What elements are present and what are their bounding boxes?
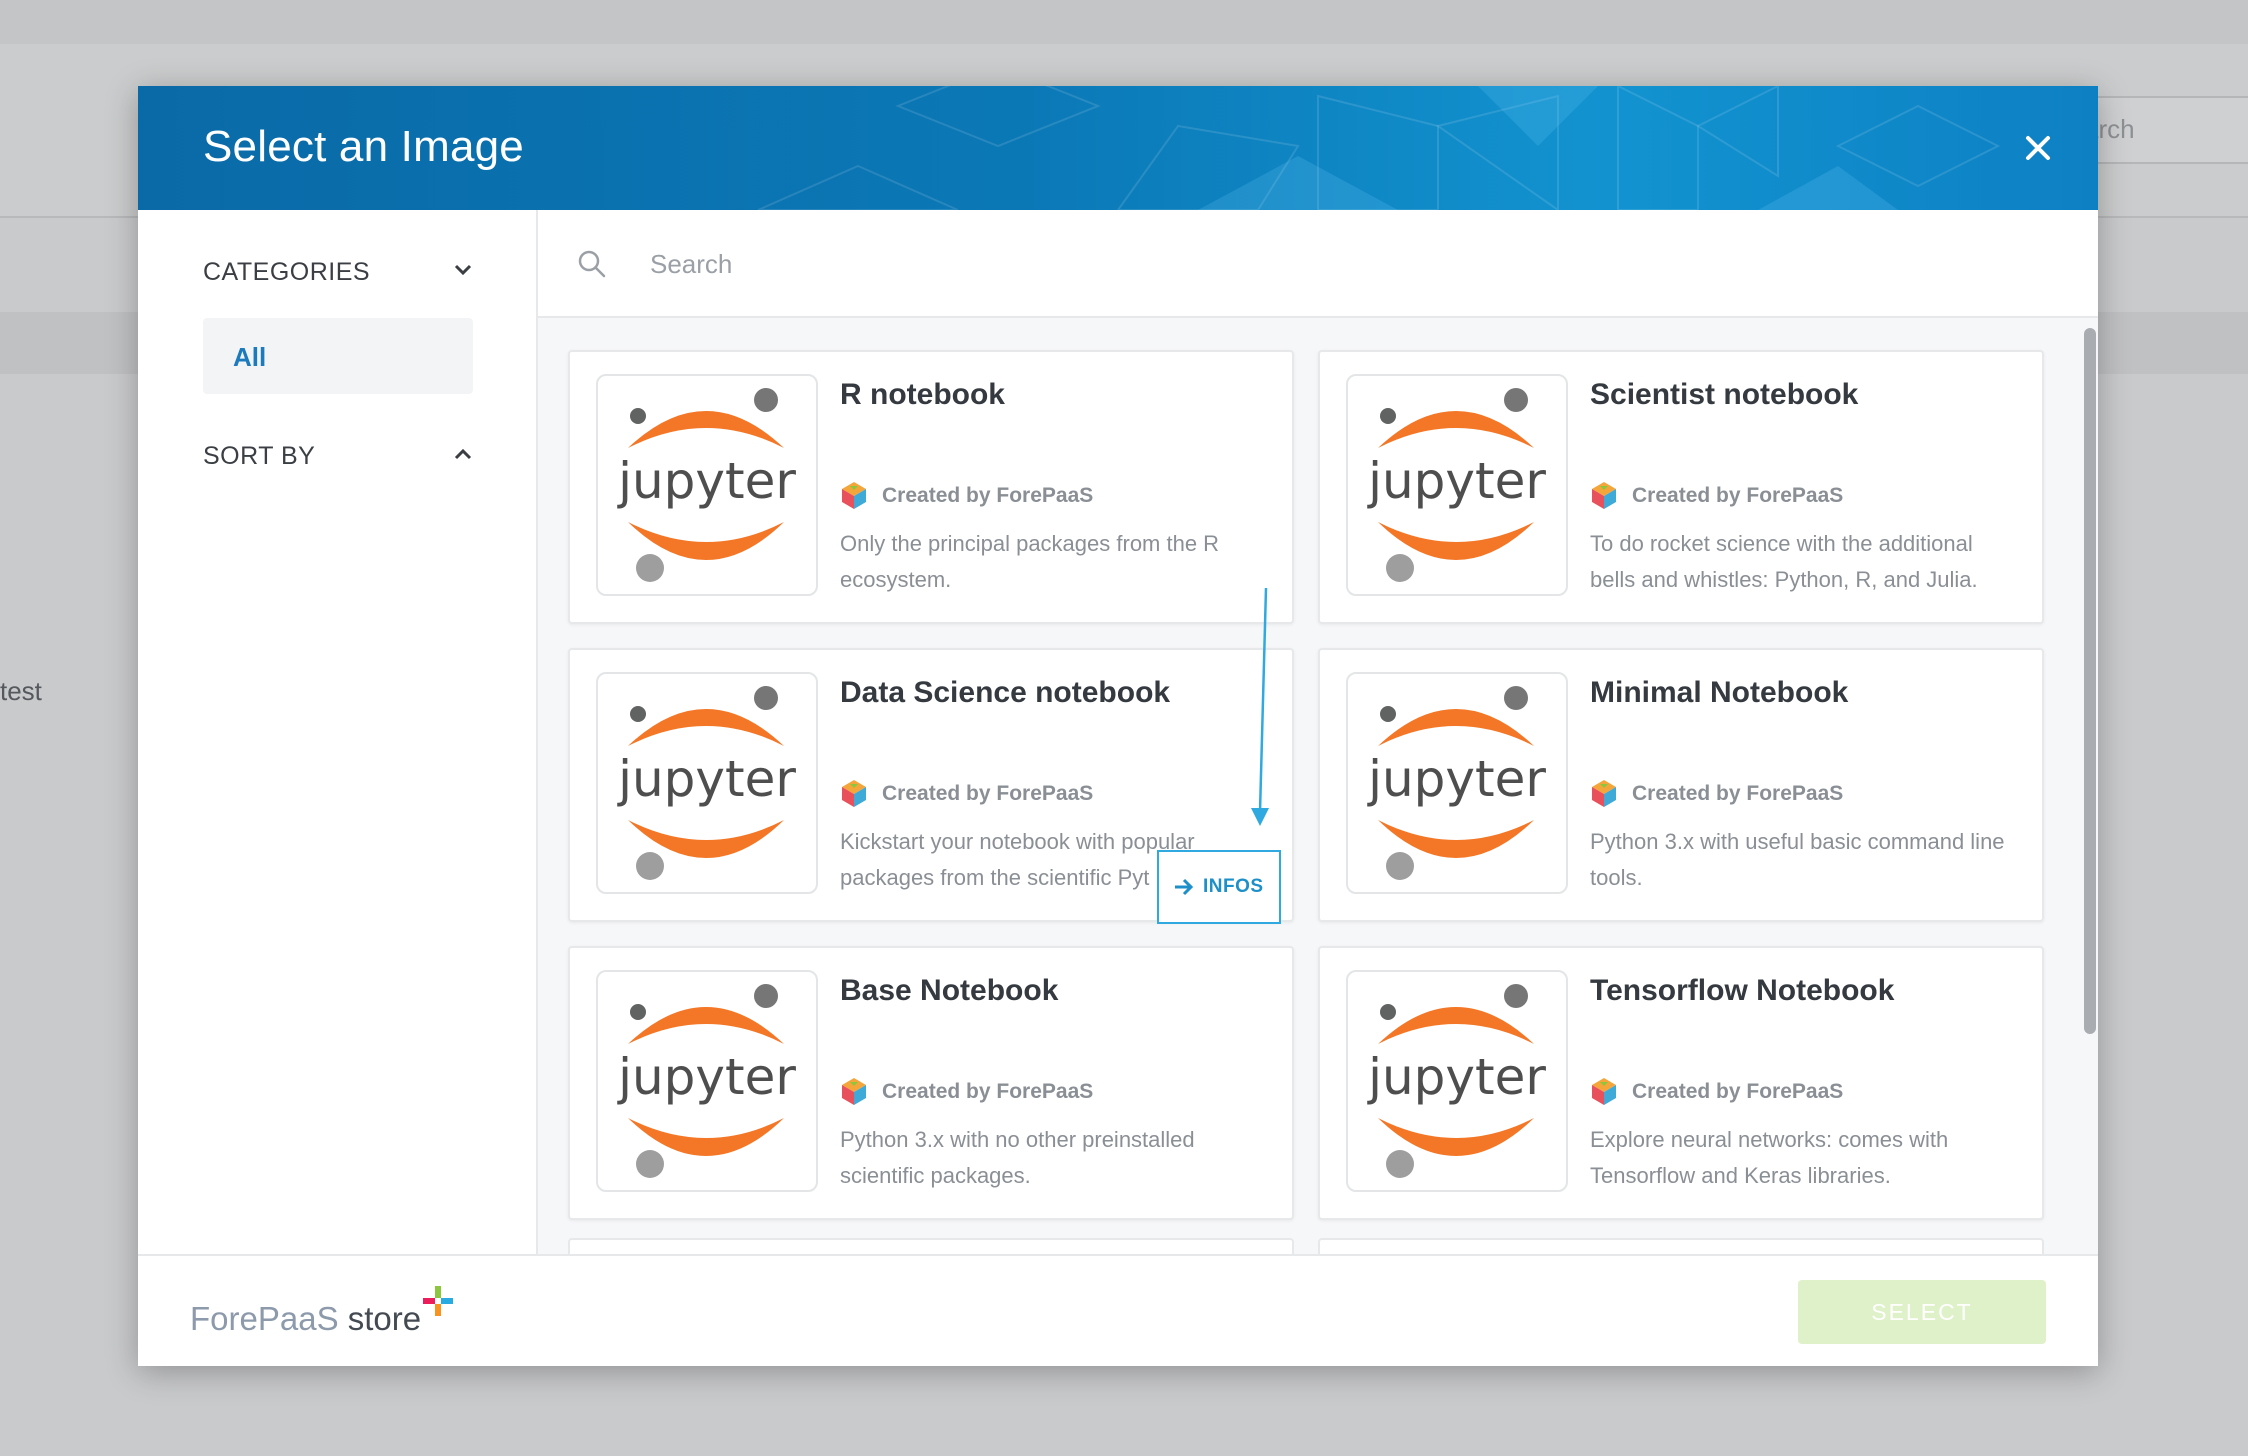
- card-creator: Created by ForePaaS: [1590, 1076, 1843, 1108]
- card-creator: Created by ForePaaS: [840, 480, 1093, 512]
- image-card[interactable]: jupyter Scientist notebook Created by Fo…: [1318, 350, 2044, 624]
- sidebar: CATEGORIES All SORT BY: [138, 210, 538, 1254]
- image-card[interactable]: jupyter Base Notebook Created by ForePaa…: [568, 946, 1294, 1220]
- card-logo: jupyter: [1346, 672, 1568, 894]
- card-title: Data Science notebook: [840, 676, 1171, 709]
- card-description: To do rocket science with the additional…: [1590, 531, 1978, 592]
- image-grid: jupyter R notebook Created by ForePaaS O…: [538, 318, 2098, 1254]
- scrollbar[interactable]: [2082, 318, 2098, 1254]
- card-title: Scientist notebook: [1590, 378, 1859, 411]
- modal-header: Select an Image: [138, 86, 2098, 210]
- card-logo: jupyter: [1346, 970, 1568, 1192]
- search-bar: [538, 210, 2098, 318]
- jupyter-logo-icon: jupyter: [1367, 388, 1546, 582]
- modal-title: Select an Image: [203, 122, 524, 171]
- svg-text:jupyter: jupyter: [617, 1048, 796, 1106]
- brand-secondary: store: [347, 1300, 422, 1337]
- card-logo: jupyter: [596, 672, 818, 894]
- svg-text:jupyter: jupyter: [617, 452, 796, 510]
- card-logo: jupyter: [596, 374, 818, 596]
- card-creator: Created by ForePaaS: [840, 778, 1093, 810]
- forepaas-cube-icon: [842, 1078, 866, 1105]
- jupyter-logo-icon: jupyter: [617, 388, 796, 582]
- select-button[interactable]: SELECT: [1798, 1280, 2046, 1344]
- card-title: Tensorflow Notebook: [1590, 974, 1895, 1007]
- card-description: Explore neural networks: comes with Tens…: [1590, 1127, 1949, 1188]
- arrow-right-icon: [1175, 878, 1194, 896]
- card-creator-label: Created by ForePaaS: [882, 484, 1094, 507]
- card-title: Base Notebook: [840, 974, 1059, 1007]
- card-description: Python 3.x with useful basic command lin…: [1590, 829, 2005, 890]
- jupyter-logo-icon: jupyter: [1367, 984, 1546, 1178]
- infos-button[interactable]: INFOS: [1157, 850, 1281, 924]
- background-text: test: [0, 676, 42, 706]
- card-creator: Created by ForePaaS: [1590, 480, 1843, 512]
- chevron-down-icon: [454, 264, 472, 276]
- jupyter-logo-icon: jupyter: [617, 686, 796, 880]
- forepaas-store-logo: ForePaaS store: [190, 1286, 454, 1338]
- card-title: Minimal Notebook: [1590, 676, 1849, 709]
- search-icon: [578, 250, 606, 278]
- card-title: R notebook: [840, 378, 1005, 411]
- jupyter-logo-icon: jupyter: [1367, 686, 1546, 880]
- svg-text:jupyter: jupyter: [1367, 452, 1546, 510]
- forepaas-cube-icon: [1592, 780, 1616, 807]
- card-creator-label: Created by ForePaaS: [882, 782, 1094, 805]
- search-input[interactable]: [648, 236, 2052, 292]
- svg-text:jupyter: jupyter: [1367, 1048, 1546, 1106]
- category-item-label: All: [233, 342, 267, 372]
- card-creator-label: Created by ForePaaS: [1632, 1080, 1844, 1103]
- forepaas-cube-icon: [842, 482, 866, 509]
- card-logo: jupyter: [1346, 374, 1568, 596]
- forepaas-cube-icon: [1592, 1078, 1616, 1105]
- card-description: Python 3.x with no other preinstalled sc…: [840, 1127, 1195, 1188]
- svg-text:jupyter: jupyter: [1367, 750, 1546, 808]
- close-button[interactable]: [2018, 128, 2058, 168]
- chevron-up-icon: [454, 448, 472, 460]
- close-icon: [2026, 136, 2050, 160]
- sort-by-toggle[interactable]: SORT BY: [203, 434, 473, 474]
- card-logo: jupyter: [596, 970, 818, 1192]
- card-description: Only the principal packages from the R e…: [840, 531, 1220, 592]
- jupyter-logo-icon: jupyter: [617, 984, 796, 1178]
- modal-footer: ForePaaS store SELECT: [138, 1254, 2098, 1366]
- main-panel: jupyter R notebook Created by ForePaaS O…: [538, 210, 2098, 1254]
- card-creator: Created by ForePaaS: [1590, 778, 1843, 810]
- forepaas-cube-icon: [1592, 482, 1616, 509]
- svg-text:jupyter: jupyter: [617, 750, 796, 808]
- background-topbar: [0, 0, 2248, 44]
- card-creator-label: Created by ForePaaS: [1632, 484, 1844, 507]
- forepaas-cube-icon: [842, 780, 866, 807]
- plus-logo-icon: [423, 1286, 454, 1316]
- image-card[interactable]: jupyter R notebook Created by ForePaaS O…: [568, 350, 1294, 624]
- card-creator-label: Created by ForePaaS: [882, 1080, 1094, 1103]
- infos-label: INFOS: [1203, 876, 1264, 897]
- card-creator-label: Created by ForePaaS: [1632, 782, 1844, 805]
- image-card[interactable]: jupyter Tensorflow Notebook Created by F…: [1318, 946, 2044, 1220]
- select-image-modal: Select an Image CATEGORIES All SORT BY S…: [138, 86, 2098, 1366]
- image-card-partial[interactable]: [568, 1238, 1294, 1254]
- category-item-all[interactable]: All: [203, 318, 473, 394]
- sort-by-label: SORT BY: [203, 442, 316, 470]
- image-card[interactable]: jupyter Minimal Notebook Created by Fore…: [1318, 648, 2044, 922]
- card-creator: Created by ForePaaS: [840, 1076, 1093, 1108]
- categories-label: CATEGORIES: [203, 258, 371, 286]
- image-card-partial[interactable]: [1318, 1238, 2044, 1254]
- brand-primary: ForePaaS: [190, 1300, 339, 1337]
- categories-toggle[interactable]: CATEGORIES: [203, 250, 473, 290]
- scrollbar-thumb[interactable]: [2084, 328, 2096, 1034]
